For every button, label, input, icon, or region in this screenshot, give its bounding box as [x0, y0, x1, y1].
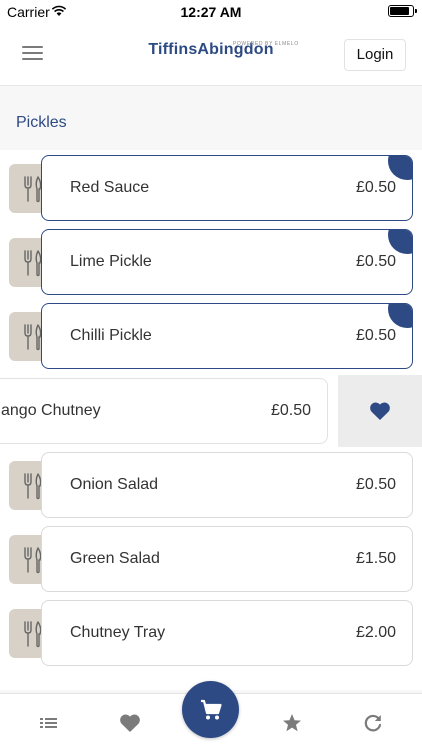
- fork-knife-icon: [24, 250, 42, 277]
- app-header: TiffinsAbingdon POWERED BY ELMELO Login: [0, 22, 422, 86]
- quantity-badge: 2: [388, 156, 412, 180]
- add-favorite-button[interactable]: [338, 375, 422, 447]
- swiped-item-row[interactable]: ango Chutney £0.50: [0, 375, 422, 447]
- refresh-icon: [364, 714, 382, 732]
- fork-knife-icon: [24, 324, 42, 351]
- menu-item-card[interactable]: Lime Pickle £0.50 2: [41, 229, 413, 295]
- cart-button[interactable]: [182, 681, 239, 738]
- item-name: Onion Salad: [70, 476, 159, 493]
- menu-item-card[interactable]: ango Chutney £0.50: [0, 378, 328, 444]
- item-price: £0.50: [355, 327, 396, 344]
- fork-knife-icon: [24, 473, 42, 500]
- item-name: ango Chutney: [1, 402, 101, 419]
- status-bar: Carrier 12:27 AM: [0, 0, 422, 22]
- list-icon: [40, 718, 57, 728]
- item-name: Chilli Pickle: [70, 327, 152, 344]
- battery-icon: [388, 5, 417, 17]
- cart-icon: [201, 699, 222, 720]
- fork-knife-icon: [24, 621, 42, 648]
- fork-knife-icon: [24, 176, 42, 203]
- item-price: £0.50: [355, 253, 396, 270]
- star-icon: [283, 714, 301, 732]
- quantity-badge: 2: [388, 230, 412, 254]
- item-price: £0.50: [270, 402, 311, 419]
- tab-reorder[interactable]: [361, 711, 385, 735]
- heart-icon: [370, 402, 390, 420]
- fork-knife-icon: [24, 547, 42, 574]
- item-price: £0.50: [355, 476, 396, 493]
- menu-item-card[interactable]: Green Salad £1.50: [41, 526, 413, 592]
- tab-starred[interactable]: [280, 711, 304, 735]
- tab-favorites[interactable]: [118, 711, 142, 735]
- quantity-badge: 2: [388, 304, 412, 328]
- menu-item-card[interactable]: Chutney Tray £2.00: [41, 600, 413, 666]
- item-price: £2.00: [355, 624, 396, 641]
- item-name: Lime Pickle: [70, 253, 152, 270]
- item-name: Red Sauce: [70, 179, 150, 196]
- menu-item-card[interactable]: Onion Salad £0.50: [41, 452, 413, 518]
- item-price: £1.50: [355, 550, 396, 567]
- heart-icon: [120, 714, 140, 732]
- item-name: Green Salad: [70, 550, 160, 567]
- section-title: Pickles: [16, 114, 67, 131]
- menu-item-card[interactable]: Chilli Pickle £0.50 2: [41, 303, 413, 369]
- login-button[interactable]: Login: [344, 39, 406, 71]
- menu-item-card[interactable]: Red Sauce £0.50 2: [41, 155, 413, 221]
- status-time: 12:27 AM: [180, 4, 242, 20]
- item-price: £0.50: [355, 179, 396, 196]
- tab-menu-list[interactable]: [37, 711, 61, 735]
- brand-subtitle: POWERED BY ELMELO: [233, 41, 299, 47]
- item-name: Chutney Tray: [70, 624, 166, 641]
